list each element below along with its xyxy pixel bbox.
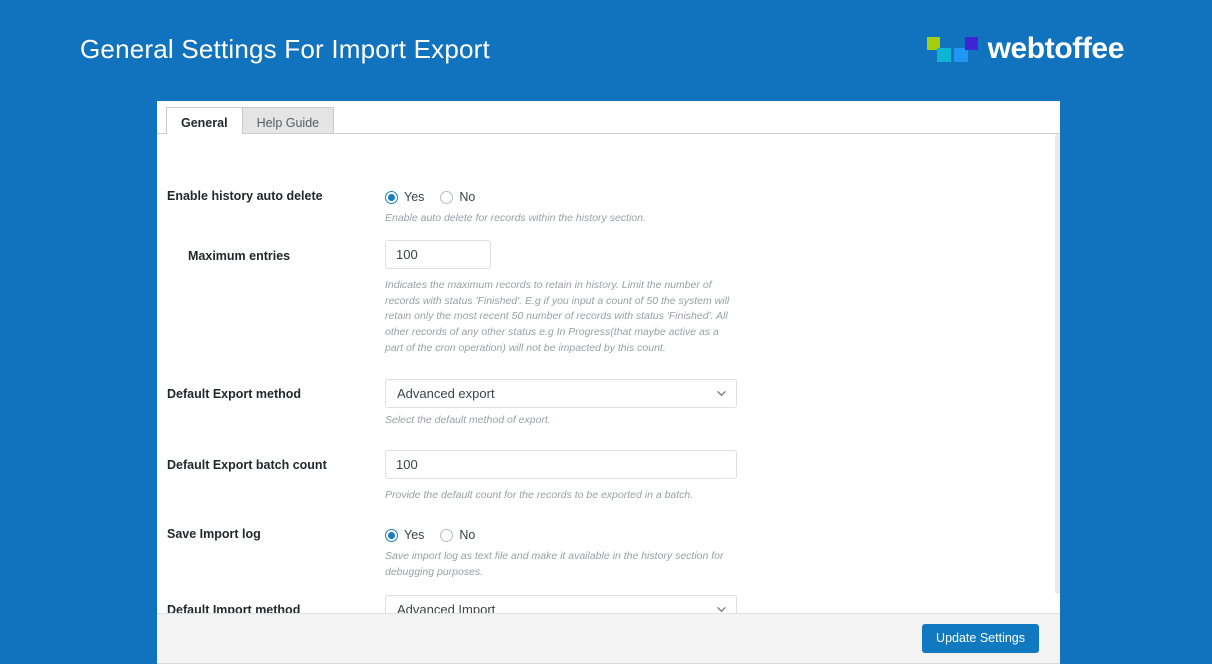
webtoffee-logo: webtoffee [924,32,1124,66]
radio-dot-checked-icon [385,190,398,204]
radio-dot-checked-icon [385,528,398,542]
panel-scrollbar[interactable] [1055,134,1060,612]
row-maximum-entries: Maximum entries Indicates the maximum re… [157,227,1060,357]
label-default-export-method: Default Export method [167,386,302,401]
tab-general[interactable]: General [166,107,243,134]
desc-maximum-entries: Indicates the maximum records to retain … [385,278,730,354]
logo-wordmark: webtoffee [987,32,1125,65]
maximum-entries-input[interactable] [385,239,491,269]
desc-default-export-method: Select the default method of export. [385,413,551,426]
desc-save-import-log: Save import log as text file and make it… [385,550,724,578]
scrollbar-thumb[interactable] [1055,134,1060,594]
radio-save-import-log-no[interactable]: No [440,528,475,542]
radio-group-enable-history-auto-delete: Yes No [385,188,1060,206]
radio-label-no: No [459,190,476,204]
row-enable-history-auto-delete: Enable history auto delete Yes No Enable… [157,134,1060,227]
default-export-method-value: Advanced export [385,378,737,408]
radio-label-no: No [459,528,476,542]
page-header: General Settings For Import Export webto… [0,0,1212,98]
label-save-import-log: Save Import log [167,527,261,541]
page-title: General Settings For Import Export [80,33,490,64]
tab-bar: General Help Guide [157,101,1060,134]
settings-form: Enable history auto delete Yes No Enable… [157,134,1060,642]
radio-dot-unchecked-icon [440,190,454,204]
logo-square-purple-icon [964,37,978,50]
update-settings-button[interactable]: Update Settings [922,624,1039,653]
row-default-export-method: Default Export method Advanced export Se… [157,357,1060,429]
radio-enable-history-auto-delete-yes[interactable]: Yes [385,190,424,204]
row-default-export-batch-count: Default Export batch count Provide the d… [157,428,1060,504]
settings-panel: General Help Guide Enable history auto d… [157,101,1060,664]
radio-enable-history-auto-delete-no[interactable]: No [440,190,475,204]
logo-square-cyan-icon [936,48,951,62]
panel-footer: Update Settings [157,613,1060,664]
desc-default-export-batch-count: Provide the default count for the record… [385,489,694,502]
label-maximum-entries: Maximum entries [188,248,291,263]
default-export-batch-count-input[interactable] [385,450,737,480]
radio-group-save-import-log: Yes No [385,526,1060,544]
radio-save-import-log-yes[interactable]: Yes [385,528,424,542]
radio-dot-unchecked-icon [440,528,454,542]
radio-label-yes: Yes [404,190,425,204]
row-save-import-log: Save Import log Yes No Save import log a… [157,504,1060,581]
logo-mark-icon [924,35,978,63]
label-enable-history-auto-delete: Enable history auto delete [167,189,323,203]
logo-square-blue-icon [953,48,968,62]
default-export-method-select[interactable]: Advanced export [385,378,737,408]
label-default-export-batch-count: Default Export batch count [167,458,327,473]
radio-label-yes: Yes [404,528,425,542]
desc-enable-history-auto-delete: Enable auto delete for records within th… [385,212,646,224]
tab-help-guide[interactable]: Help Guide [241,107,335,133]
